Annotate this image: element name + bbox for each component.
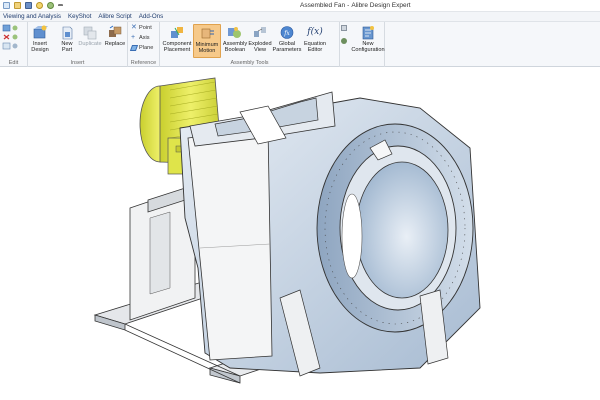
window-title: Assembled Fan - Alibre Design Expert [300,2,411,9]
point-icon: ✕ [131,24,137,31]
redo-icon[interactable] [47,2,54,9]
component-placement-icon [171,26,183,38]
point-button[interactable]: ✕ Point [131,24,152,31]
config-side-tools[interactable] [341,25,347,44]
3d-viewport[interactable] [0,68,600,400]
open-icon[interactable] [14,2,21,9]
config-part-icon [341,38,347,44]
insert-design-button[interactable]: Insert Design [30,24,50,53]
menu-bar: Viewing and Analysis KeyShot Alibre Scri… [0,12,600,22]
ribbon-group-configuration: New Configuration [340,22,385,67]
quick-access-toolbar [3,2,63,9]
equation-symbol-icon: f(x) [307,27,323,37]
ribbon-group-assembly-tools: Component Placement Minimum Motion Assem… [160,22,340,67]
save-icon[interactable] [25,2,32,9]
document-title: Assembled Fan [300,2,346,9]
exploded-view-button[interactable]: Exploded View [248,24,272,53]
exploded-view-icon [254,26,266,37]
minimum-motion-icon [201,28,214,38]
global-parameters-button[interactable]: fx Global Parameters [272,24,302,53]
group-label-edit: Edit [8,60,19,66]
new-part-icon [62,26,73,39]
insert-design-icon [33,25,48,38]
axis-icon: + [131,34,136,41]
new-configuration-button[interactable]: New Configuration [351,24,385,53]
global-parameters-icon: fx [280,25,294,39]
assembled-fan-model[interactable] [0,68,600,400]
assembly-boolean-icon [228,26,241,38]
group-label-insert: Insert [70,60,85,66]
plane-button[interactable]: Plane [129,45,153,51]
plane-icon [129,45,139,51]
title-bar: Assembled Fan - Alibre Design Expert [0,0,600,12]
axis-button[interactable]: + Axis [131,34,150,41]
equation-editor-button[interactable]: f(x) Equation Editor [302,24,328,54]
group-label-reference: Reference [130,60,157,66]
group-label-assembly-tools: Assembly Tools [230,60,269,66]
app-name: Alibre Design Expert [351,2,411,9]
ribbon-group-reference: ✕ Point + Axis Plane Reference [128,22,160,67]
customize-icon[interactable] [58,4,63,8]
component-placement-button[interactable]: Component Placement [161,24,193,53]
ribbon-group-edit: Edit [0,22,28,67]
title-separator: - [347,2,350,9]
ribbon-group-insert: Insert Design New Part Duplicate Replace… [28,22,128,67]
new-icon[interactable] [3,2,10,9]
new-part-button[interactable]: New Part [59,24,75,53]
ribbon: Edit Insert Design New Part Duplicate Re… [0,22,600,67]
menu-viewing-and-analysis[interactable]: Viewing and Analysis [3,13,61,20]
duplicate-icon [83,26,97,39]
config-list-icon [341,25,347,31]
minimum-motion-button[interactable]: Minimum Motion [193,24,221,58]
assembly-boolean-button[interactable]: Assembly Boolean [222,24,248,53]
undo-icon[interactable] [36,2,43,9]
replace-button[interactable]: Replace [104,24,126,47]
replace-icon [109,25,122,37]
edit-tools-icons[interactable] [2,24,28,56]
menu-add-ons[interactable]: Add-Ons [139,13,163,20]
svg-text:fx: fx [283,30,290,37]
duplicate-button[interactable]: Duplicate [77,24,103,47]
menu-keyshot[interactable]: KeyShot [68,13,91,20]
new-configuration-icon [362,25,374,39]
menu-alibre-script[interactable]: Alibre Script [98,13,131,20]
